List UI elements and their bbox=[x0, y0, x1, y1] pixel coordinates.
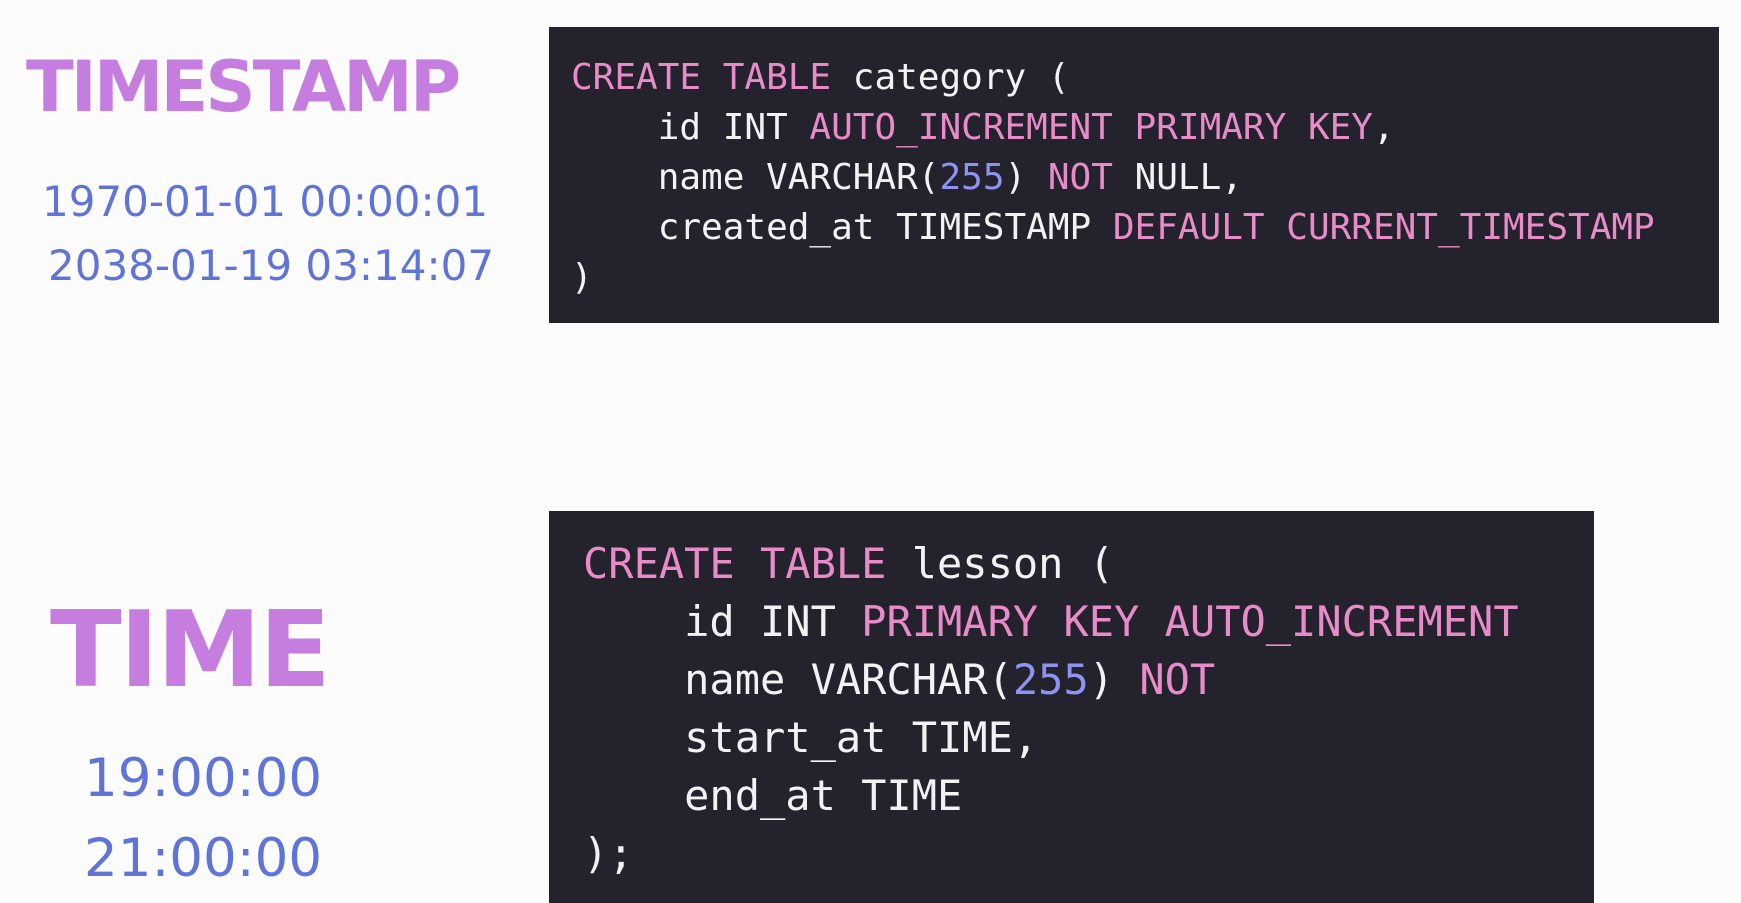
code-text: end_at TIME bbox=[583, 771, 963, 820]
code-number: 255 bbox=[1012, 655, 1089, 704]
code-text: , bbox=[1372, 107, 1395, 148]
code-keyword: NOT bbox=[1139, 655, 1216, 704]
timestamp-range-min: 1970-01-01 00:00:01 bbox=[42, 177, 489, 226]
code-line: ) bbox=[571, 253, 1719, 303]
timestamp-range-max: 2038-01-19 03:14:07 bbox=[48, 241, 495, 290]
code-keyword: KEY bbox=[1063, 597, 1140, 646]
code-text: ) bbox=[571, 257, 593, 298]
code-text: category ( bbox=[831, 57, 1070, 98]
code-keyword: DEFAULT bbox=[1112, 207, 1265, 248]
code-text: name VARCHAR( bbox=[571, 157, 940, 198]
code-text: created_at TIMESTAMP bbox=[571, 207, 1113, 248]
timestamp-code-block: CREATE TABLE category ( id INT AUTO_INCR… bbox=[549, 27, 1719, 323]
code-keyword: AUTO_INCREMENT bbox=[809, 107, 1113, 148]
code-line: created_at TIMESTAMP DEFAULT CURRENT_TIM… bbox=[571, 203, 1719, 253]
code-text: ) bbox=[1004, 157, 1048, 198]
code-text: lesson ( bbox=[886, 539, 1115, 588]
code-text: id INT bbox=[571, 107, 810, 148]
code-line: ); bbox=[583, 825, 1594, 883]
code-keyword: PRIMARY bbox=[1134, 107, 1287, 148]
time-example-end: 21:00:00 bbox=[84, 828, 323, 889]
code-text: name VARCHAR( bbox=[583, 655, 1013, 704]
time-heading: TIME bbox=[50, 589, 331, 711]
code-text: id INT bbox=[583, 597, 862, 646]
timestamp-heading: TIMESTAMP bbox=[26, 46, 461, 128]
code-keyword: TABLE bbox=[722, 57, 832, 98]
code-line: id INT AUTO_INCREMENT PRIMARY KEY, bbox=[571, 103, 1719, 153]
code-line: name VARCHAR(255) NOT NULL, bbox=[571, 153, 1719, 203]
code-line: CREATE TABLE category ( bbox=[571, 53, 1719, 103]
code-line: CREATE TABLE lesson ( bbox=[583, 535, 1594, 593]
time-code-block: CREATE TABLE lesson ( id INT PRIMARY KEY… bbox=[549, 511, 1594, 903]
code-text: ) bbox=[1088, 655, 1140, 704]
code-keyword: CREATE bbox=[583, 539, 735, 588]
code-text: ); bbox=[583, 829, 634, 878]
code-line: name VARCHAR(255) NOT bbox=[583, 651, 1594, 709]
code-keyword: TABLE bbox=[760, 539, 887, 588]
code-keyword: NOT bbox=[1047, 157, 1113, 198]
code-keyword: CREATE bbox=[571, 57, 702, 98]
code-text: NULL, bbox=[1112, 157, 1243, 198]
code-line: start_at TIME, bbox=[583, 709, 1594, 767]
code-line: end_at TIME bbox=[583, 767, 1594, 825]
code-keyword: KEY bbox=[1307, 107, 1373, 148]
code-text: start_at TIME, bbox=[583, 713, 1039, 762]
code-keyword: AUTO_INCREMENT bbox=[1164, 597, 1519, 646]
time-example-start: 19:00:00 bbox=[84, 748, 323, 809]
code-line: id INT PRIMARY KEY AUTO_INCREMENT bbox=[583, 593, 1594, 651]
code-number: 255 bbox=[939, 157, 1005, 198]
code-keyword: CURRENT_TIMESTAMP bbox=[1286, 207, 1655, 248]
code-keyword: PRIMARY bbox=[861, 597, 1039, 646]
